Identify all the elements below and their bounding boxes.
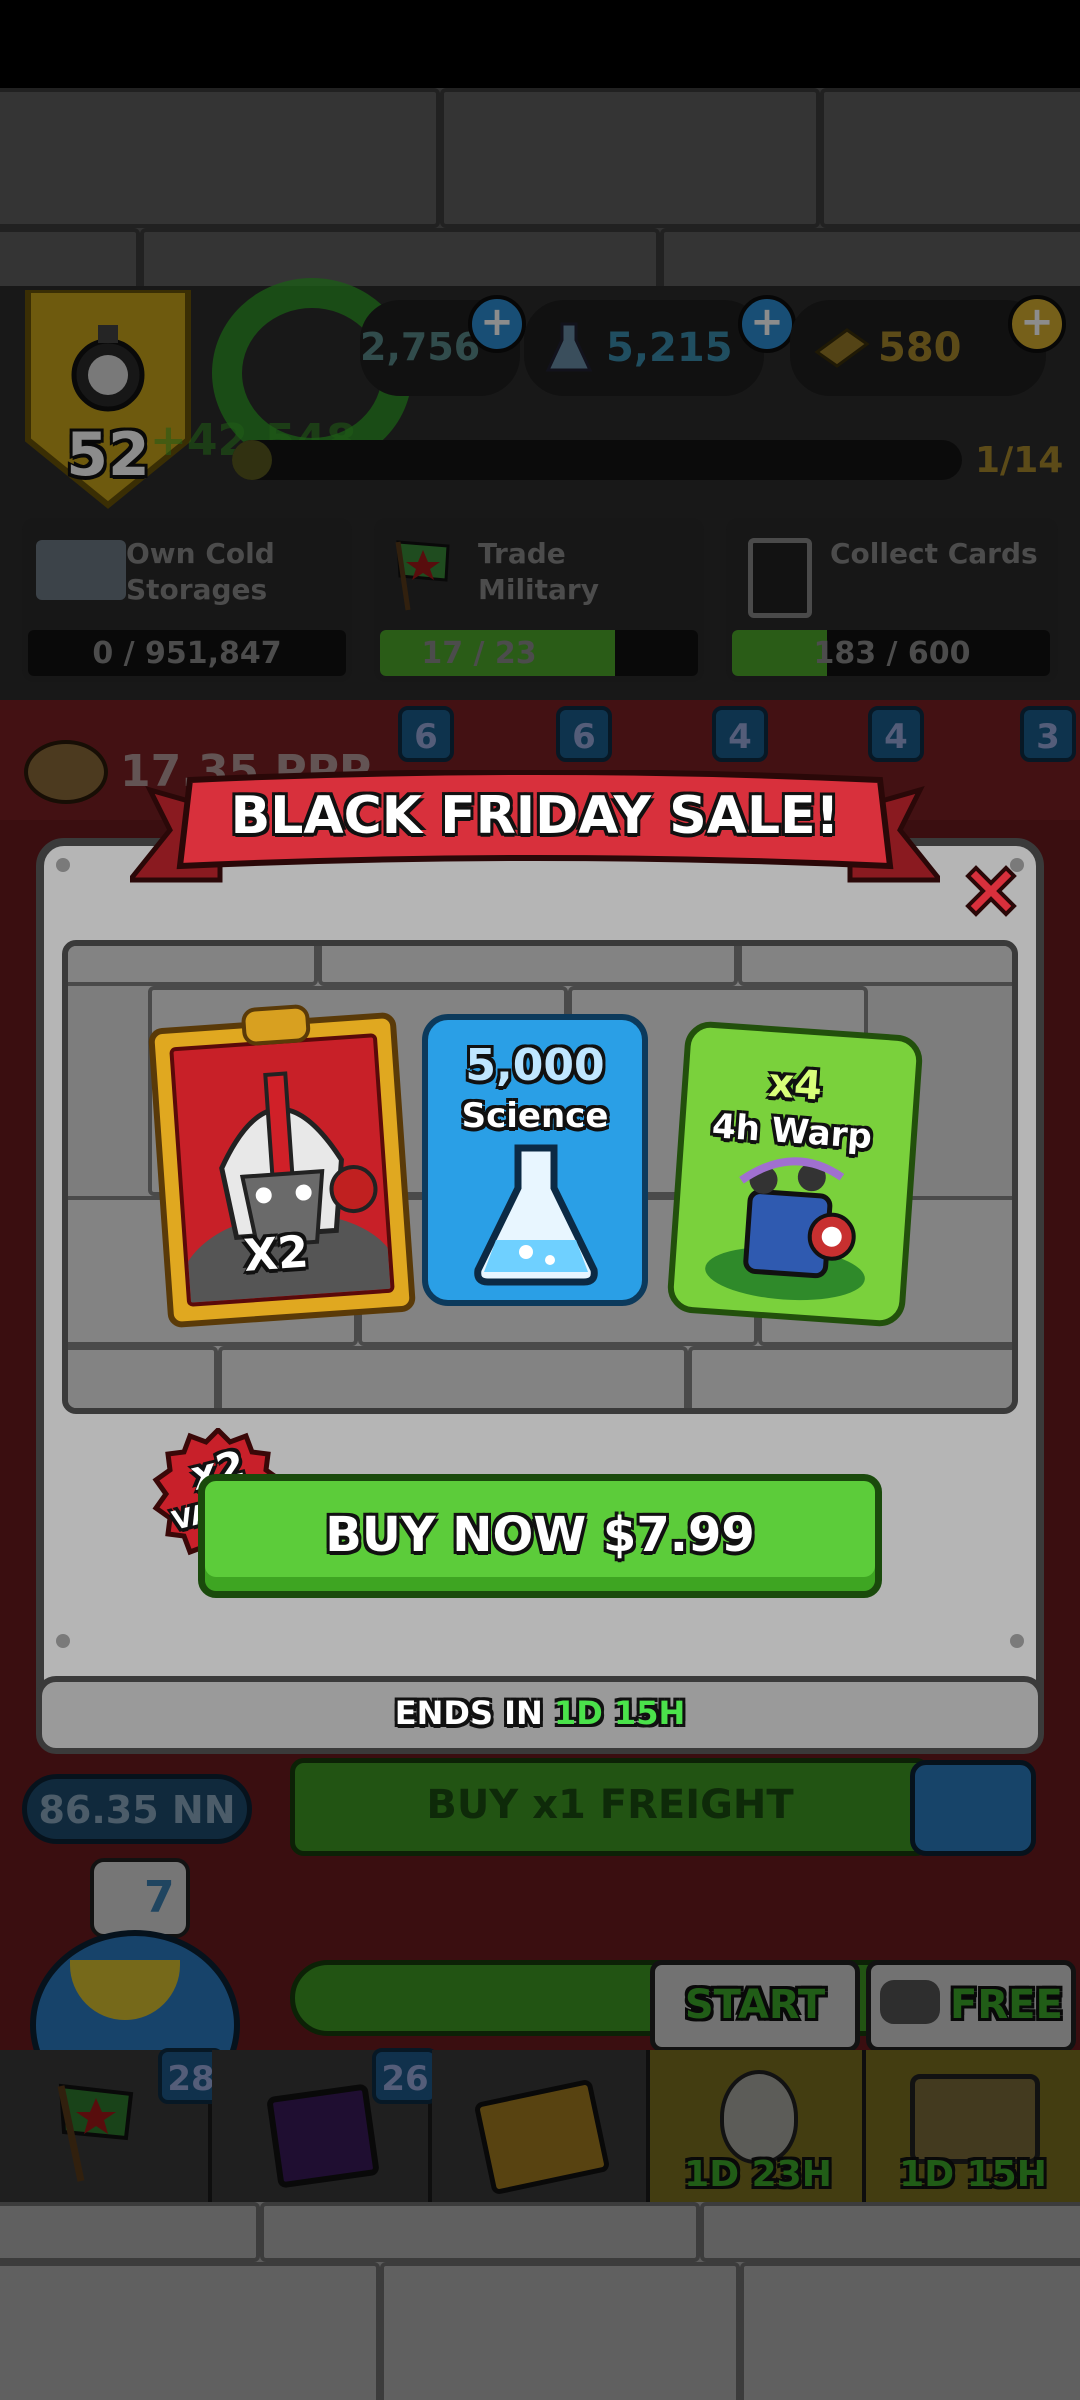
goal-progress: 0 / 951,847 xyxy=(92,636,282,671)
rivet xyxy=(56,858,70,872)
card-icon xyxy=(748,538,812,618)
goal-label: Own Cold Storages xyxy=(126,537,275,606)
cold-storage-icon xyxy=(36,540,126,600)
close-icon xyxy=(965,865,1017,917)
start-button-label: START xyxy=(684,1982,826,2028)
balance-text: 86.35 NN xyxy=(38,1788,236,1832)
freight-button-label: BUY x1 FREIGHT xyxy=(426,1782,794,1828)
military-flag-nav-icon xyxy=(57,2083,134,2182)
science-amount: 5,215 xyxy=(606,325,733,371)
free-button-label: FREE xyxy=(950,1982,1063,2028)
science-cost: 7 xyxy=(144,1872,175,1923)
popup-title: BLACK FRIDAY SALE! xyxy=(230,786,840,846)
ends-in-hours: 15H xyxy=(613,1694,686,1732)
card-stars xyxy=(240,1003,312,1047)
warp-item: x4 4h Warp xyxy=(666,1020,924,1328)
status-bar xyxy=(0,0,1080,88)
title-ribbon: BLACK FRIDAY SALE! xyxy=(124,769,946,890)
goal-progress-fill xyxy=(232,440,272,480)
ends-in-text: ENDS IN 1D 15H xyxy=(36,1694,1044,1732)
cards-nav-icon xyxy=(266,2083,380,2189)
goal-progress: 17 / 23 xyxy=(421,636,537,671)
goal-progress-bar xyxy=(232,440,962,480)
bucks-amount: 580 xyxy=(878,325,962,371)
bucks-plus-button[interactable]: + xyxy=(1008,295,1066,353)
warp-machine-icon xyxy=(705,1157,865,1301)
buy-now-button[interactable]: BUY NOW $7.99 xyxy=(198,1474,882,1598)
buy-now-label: BUY NOW $7.99 xyxy=(325,1507,755,1563)
goal-label: Trade Military xyxy=(478,537,599,606)
goal-cold-storage[interactable]: Own Cold Storages 0 / 951,847 xyxy=(22,518,352,682)
shelf-badge: 6 xyxy=(398,706,454,762)
shelf-badge: 3 xyxy=(1020,706,1076,762)
science-cost-badge xyxy=(90,1858,190,1938)
egg-nav-icon xyxy=(720,2070,798,2164)
egg-timer: 1D 23H xyxy=(684,2154,832,2195)
currency-1-amount: 2,756 xyxy=(360,325,481,369)
bottom-stone-wall xyxy=(0,2202,1080,2400)
nav-egg[interactable]: 1D 23H xyxy=(650,2050,866,2202)
ends-in-days: 1D xyxy=(553,1694,603,1732)
folder-nav-icon xyxy=(473,2078,611,2196)
ends-in-label: ENDS IN xyxy=(394,1694,543,1732)
goal-label: Collect Cards xyxy=(830,537,1038,570)
chest-nav-icon xyxy=(910,2074,1040,2164)
nav-chest[interactable]: 1D 15H xyxy=(866,2050,1080,2202)
card-item: X2 xyxy=(147,1003,417,1329)
free-button-icon xyxy=(880,1980,940,2024)
potato-icon xyxy=(24,740,108,804)
chest-timer: 1D 15H xyxy=(899,2154,1047,2195)
goal-collect-cards[interactable]: Collect Cards 183 / 600 xyxy=(726,518,1058,682)
top-stone-wall xyxy=(0,88,1080,286)
goal-progress: 183 / 600 xyxy=(813,636,971,671)
science-item-amount: 5,000 xyxy=(465,1040,605,1091)
level-shield[interactable]: 52 xyxy=(18,287,198,510)
science-plus-button[interactable]: + xyxy=(738,295,796,353)
rivet xyxy=(56,1634,70,1648)
nav-badge-cards: 26 xyxy=(372,2048,438,2104)
nav-folder[interactable] xyxy=(432,2050,650,2202)
goal-progress-text: 1/14 xyxy=(975,440,1064,481)
bucks-icon xyxy=(812,322,872,376)
science-flask-icon xyxy=(544,320,594,380)
currency-1-plus-button[interactable]: + xyxy=(468,295,526,353)
shelf-badge: 6 xyxy=(556,706,612,762)
close-button[interactable] xyxy=(960,860,1022,922)
science-flask-large-icon xyxy=(474,1144,598,1286)
military-flag-icon xyxy=(388,532,468,616)
card-multiplier: X2 xyxy=(242,1226,311,1282)
shelf-badge: 4 xyxy=(868,706,924,762)
goal-trade-military[interactable]: Trade Military 17 / 23 xyxy=(374,518,704,682)
freight-toggle-button[interactable] xyxy=(910,1760,1036,1856)
science-item-label: Science xyxy=(461,1096,609,1136)
shelf-badge: 4 xyxy=(712,706,768,762)
rivet xyxy=(1010,1634,1024,1648)
science-item: 5,000 Science xyxy=(422,1014,648,1306)
